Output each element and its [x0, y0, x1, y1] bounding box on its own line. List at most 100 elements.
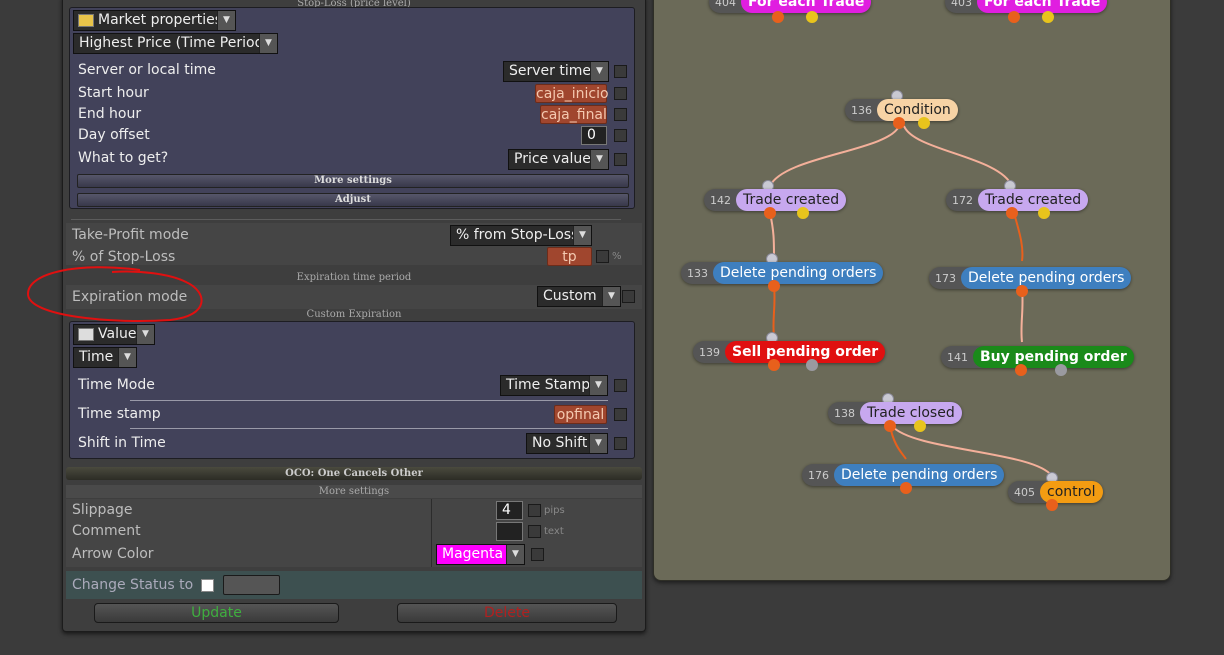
- output-port[interactable]: [914, 420, 926, 432]
- node-for-each-trade[interactable]: 404 For each Trade: [709, 0, 872, 13]
- slippage-label: Slippage: [72, 502, 133, 518]
- start-hour-checkbox[interactable]: [614, 87, 627, 100]
- chevron-down-icon[interactable]: ▼: [573, 226, 591, 245]
- end-hour-variable[interactable]: caja_final: [540, 105, 607, 124]
- delete-button[interactable]: Delete: [397, 603, 617, 623]
- chevron-down-icon[interactable]: ▼: [506, 545, 524, 564]
- market-value-select[interactable]: Highest Price (Time Period) ▼: [73, 33, 278, 54]
- server-time-select[interactable]: Server time ▼: [503, 61, 609, 82]
- node-label: Buy pending order: [973, 346, 1134, 368]
- node-id: 173: [935, 271, 956, 285]
- server-time-checkbox[interactable]: [614, 65, 627, 78]
- chevron-down-icon[interactable]: ▼: [589, 376, 607, 395]
- change-status-select[interactable]: [223, 575, 280, 595]
- chevron-down-icon[interactable]: ▼: [589, 434, 607, 453]
- more-settings-button[interactable]: More settings: [77, 174, 629, 188]
- node-for-each-trade[interactable]: 403 For each Trade: [945, 0, 1108, 13]
- shift-in-time-select[interactable]: No Shift ▼: [526, 433, 608, 454]
- time-stamp-variable[interactable]: opfinal: [554, 405, 607, 424]
- start-hour-variable[interactable]: caja_inicio: [535, 84, 609, 103]
- market-properties-box: Market properties ▼ Highest Price (Time …: [69, 7, 635, 209]
- chevron-down-icon[interactable]: ▼: [590, 62, 608, 81]
- output-port[interactable]: [1016, 285, 1028, 297]
- output-port[interactable]: [884, 420, 896, 432]
- output-port[interactable]: [1015, 364, 1027, 376]
- comment-checkbox[interactable]: [528, 525, 541, 538]
- output-port[interactable]: [1042, 11, 1054, 23]
- node-label: For each Trade: [741, 0, 872, 13]
- custom-expiration-box: Value ▼ Time ▼ Time Mode Time Stamp ▼ Ti…: [69, 321, 635, 459]
- adjust-button[interactable]: Adjust: [77, 193, 629, 207]
- node-label: Condition: [877, 99, 958, 121]
- time-mode-select[interactable]: Time Stamp ▼: [500, 375, 608, 396]
- output-port[interactable]: [1008, 11, 1020, 23]
- shift-in-time-value: No Shift: [532, 435, 588, 451]
- time-stamp-label: Time stamp: [78, 406, 161, 422]
- node-buy-pending-order[interactable]: 141 Buy pending order: [941, 346, 1134, 368]
- update-button[interactable]: Update: [94, 603, 339, 623]
- node-trade-closed[interactable]: 138 Trade closed: [828, 402, 962, 424]
- pct-stoploss-checkbox[interactable]: [596, 250, 609, 263]
- day-offset-checkbox[interactable]: [614, 129, 627, 142]
- custom-type-select[interactable]: Time ▼: [73, 347, 137, 368]
- end-hour-checkbox[interactable]: [614, 108, 627, 121]
- what-to-get-checkbox[interactable]: [614, 153, 627, 166]
- chevron-down-icon[interactable]: ▼: [118, 348, 136, 367]
- server-time-value: Server time: [509, 63, 591, 79]
- chevron-down-icon[interactable]: ▼: [590, 150, 608, 169]
- day-offset-input[interactable]: 0: [581, 126, 607, 145]
- output-port[interactable]: [918, 117, 930, 129]
- output-port[interactable]: [764, 207, 776, 219]
- node-delete-pending-orders[interactable]: 173 Delete pending orders: [929, 267, 1132, 289]
- output-port[interactable]: [806, 359, 818, 371]
- what-to-get-select[interactable]: Price value ▼: [508, 149, 609, 170]
- takeprofit-mode-select[interactable]: % from Stop-Loss ▼: [450, 225, 592, 246]
- output-port[interactable]: [1055, 364, 1067, 376]
- output-port[interactable]: [768, 280, 780, 292]
- node-delete-pending-orders[interactable]: 133 Delete pending orders: [681, 262, 884, 284]
- output-port[interactable]: [772, 11, 784, 23]
- node-id: 133: [687, 266, 708, 280]
- node-sell-pending-order[interactable]: 139 Sell pending order: [693, 341, 886, 363]
- chevron-down-icon[interactable]: ▼: [217, 11, 235, 30]
- output-port[interactable]: [900, 482, 912, 494]
- chevron-down-icon[interactable]: ▼: [602, 287, 620, 306]
- slippage-checkbox[interactable]: [528, 504, 541, 517]
- time-stamp-checkbox[interactable]: [614, 408, 627, 421]
- chevron-down-icon[interactable]: ▼: [259, 34, 277, 53]
- output-port[interactable]: [797, 207, 809, 219]
- node-label: For each Trade: [977, 0, 1108, 13]
- output-port[interactable]: [806, 11, 818, 23]
- column-divider: [431, 499, 432, 567]
- oco-header[interactable]: OCO: One Cancels Other: [66, 467, 642, 480]
- what-to-get-label: What to get?: [78, 150, 169, 166]
- more-settings-header[interactable]: More settings: [66, 485, 642, 498]
- takeprofit-section: Take-Profit mode % from Stop-Loss ▼ % of…: [66, 223, 642, 266]
- node-trade-created[interactable]: 142 Trade created: [704, 189, 847, 211]
- node-label: Sell pending order: [725, 341, 886, 363]
- arrow-color-label: Arrow Color: [72, 546, 154, 562]
- output-port[interactable]: [768, 359, 780, 371]
- output-port[interactable]: [1006, 207, 1018, 219]
- slippage-input[interactable]: 4: [496, 501, 523, 520]
- time-mode-checkbox[interactable]: [614, 379, 627, 392]
- shift-in-time-checkbox[interactable]: [614, 437, 627, 450]
- day-offset-label: Day offset: [78, 127, 150, 143]
- node-label: Delete pending orders: [834, 464, 1005, 486]
- expiration-mode-checkbox[interactable]: [622, 290, 635, 303]
- arrow-color-checkbox[interactable]: [531, 548, 544, 561]
- takeprofit-mode-value: % from Stop-Loss: [456, 227, 579, 243]
- node-trade-created[interactable]: 172 Trade created: [946, 189, 1089, 211]
- divider: [71, 219, 621, 220]
- end-hour-label: End hour: [78, 106, 142, 122]
- output-port[interactable]: [1046, 499, 1058, 511]
- output-port[interactable]: [1038, 207, 1050, 219]
- arrow-color-select[interactable]: Magenta ▼: [436, 544, 525, 565]
- change-status-checkbox[interactable]: [201, 579, 214, 592]
- expiration-mode-select[interactable]: Custom ▼: [537, 286, 621, 307]
- pct-stoploss-variable[interactable]: tp: [547, 247, 592, 266]
- output-port[interactable]: [893, 117, 905, 129]
- market-source-select[interactable]: Market properties ▼: [73, 10, 236, 31]
- comment-input[interactable]: [496, 522, 523, 541]
- flow-canvas[interactable]: 404 For each Trade 403 For each Trade 13…: [653, 0, 1171, 581]
